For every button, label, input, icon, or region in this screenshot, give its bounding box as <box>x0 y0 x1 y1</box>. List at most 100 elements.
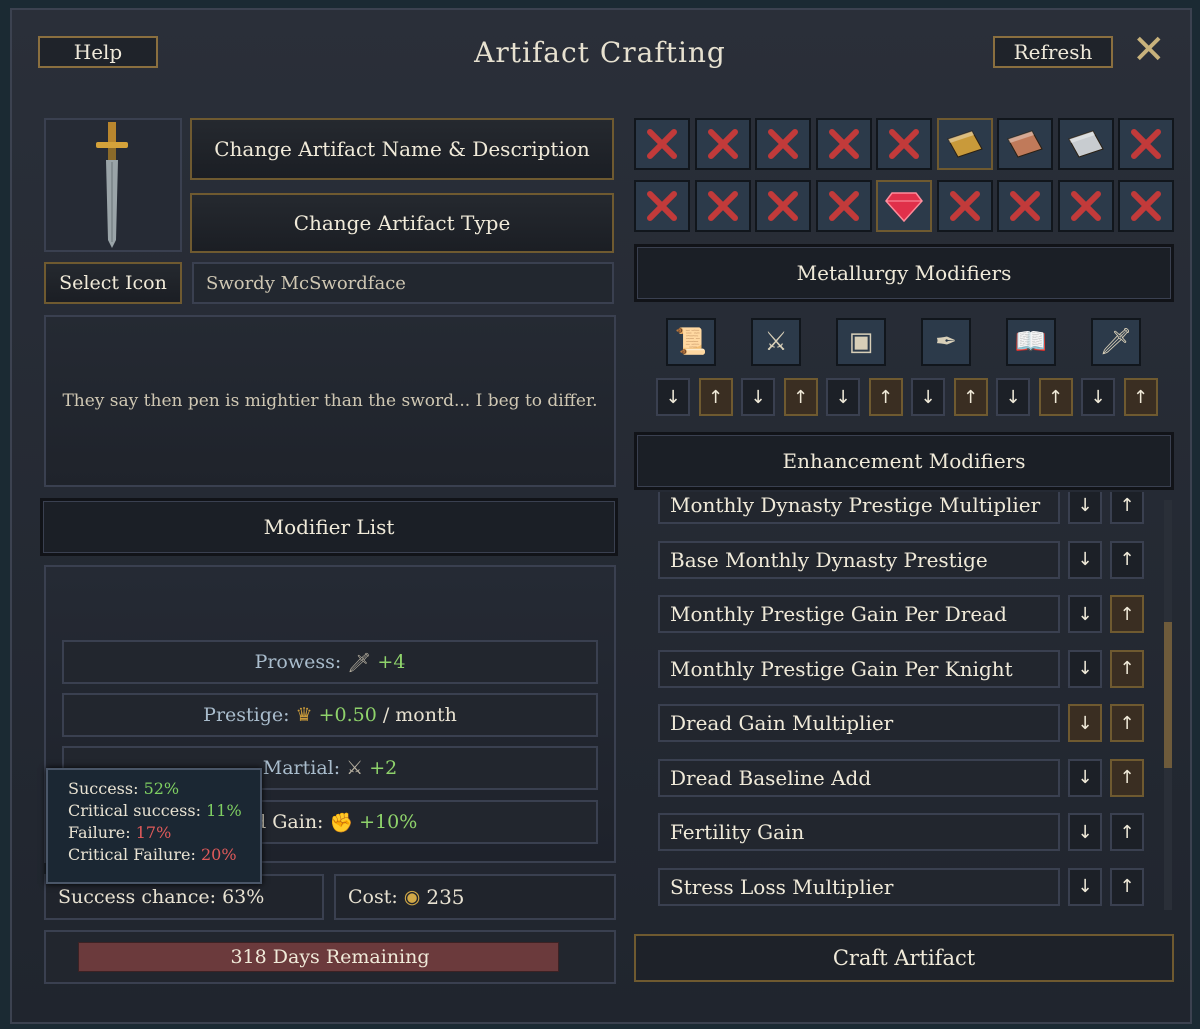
decrease-arrow-button[interactable]: ↓ <box>1068 492 1102 524</box>
chest-icon[interactable]: ▣ <box>836 318 886 366</box>
enhancement-header: Enhancement Modifiers <box>634 432 1174 490</box>
decrease-arrow-button[interactable]: ↓ <box>826 378 860 416</box>
enhancement-list[interactable]: Monthly Dynasty Prestige Multiplier ↓ ↑ Bas… <box>656 492 1156 912</box>
refresh-button[interactable]: Refresh <box>993 36 1113 68</box>
crossed-swords-icon[interactable]: ⚔ <box>751 318 801 366</box>
quill-icon[interactable]: ✒ <box>921 318 971 366</box>
decrease-arrow-button[interactable]: ↓ <box>1068 758 1102 797</box>
artifact-description[interactable]: They say then pen is mightier than the s… <box>44 315 616 487</box>
enhancement-scrollbar[interactable] <box>1164 500 1172 910</box>
unavailable-material-slot[interactable] <box>694 118 751 170</box>
modifier-row-prestige: Prestige: ♛ +0.50 / month <box>62 693 598 737</box>
crafting-progress: 318 Days Remaining <box>44 930 616 984</box>
x-mark-icon <box>647 191 677 221</box>
increase-arrow-button[interactable]: ↑ <box>1110 813 1144 851</box>
unavailable-material-slot[interactable] <box>634 118 690 170</box>
ruby-icon <box>885 192 923 223</box>
x-mark-icon <box>828 191 859 221</box>
increase-arrow-button[interactable]: ↑ <box>698 378 733 416</box>
modifier-label: Prestige: <box>203 704 290 726</box>
x-mark-icon <box>1131 191 1161 221</box>
increase-arrow-button[interactable]: ↑ <box>1038 378 1073 416</box>
crown-icon: ♛ <box>295 704 313 726</box>
x-mark-icon <box>1010 191 1040 221</box>
craft-artifact-button[interactable]: Craft Artifact <box>634 934 1174 982</box>
unavailable-material-slot[interactable] <box>936 180 993 232</box>
unavailable-material-slot[interactable] <box>1057 180 1114 232</box>
modifier-value: +0.50 <box>318 704 377 726</box>
decrease-arrow-button[interactable]: ↓ <box>1068 595 1102 633</box>
unavailable-material-slot[interactable] <box>997 180 1053 232</box>
modifier-value: +2 <box>369 757 398 779</box>
modifier-unit: / month <box>382 704 457 726</box>
tooltip-success: Success: 52% <box>68 779 180 798</box>
gold-ingot-icon <box>946 130 983 158</box>
increase-arrow-button[interactable]: ↑ <box>1110 867 1144 906</box>
increase-arrow-button[interactable]: ↑ <box>783 378 818 416</box>
enhancement-row: Monthly Prestige Gain Per Dread <box>658 595 1060 633</box>
prowess-icon: 🗡 <box>347 651 372 674</box>
unavailable-material-slot[interactable] <box>634 180 690 232</box>
increase-arrow-button[interactable]: ↑ <box>868 378 903 416</box>
book-icon[interactable]: 📖 <box>1006 318 1056 366</box>
artifact-name-field[interactable]: Swordy McSwordface <box>192 262 614 304</box>
modifier-value: +10% <box>359 811 418 833</box>
increase-arrow-button[interactable]: ↑ <box>953 378 988 416</box>
success-tooltip: Success: 52% Critical success: 11% Failu… <box>46 768 262 884</box>
x-mark-icon <box>768 129 798 159</box>
decrease-arrow-button[interactable]: ↓ <box>1081 378 1115 416</box>
unavailable-material-slot[interactable] <box>815 118 872 170</box>
unavailable-material-slot[interactable] <box>755 118 811 170</box>
unavailable-material-slot[interactable] <box>876 118 932 170</box>
modifier-row-prowess: Prowess: 🗡 +4 <box>62 640 598 684</box>
change-name-button[interactable]: Change Artifact Name & Description <box>190 118 614 180</box>
silver-ingot-material-slot[interactable] <box>1057 118 1114 170</box>
gold-coins-icon: ◉ <box>403 886 421 908</box>
enhancement-row: Fertility Gain <box>658 813 1060 851</box>
unavailable-material-slot[interactable] <box>694 180 751 232</box>
modifier-label: Prowess: <box>254 651 342 673</box>
copper-ingot-icon <box>1007 130 1043 158</box>
change-type-button[interactable]: Change Artifact Type <box>190 193 614 253</box>
enhancement-row: Stress Loss Multiplier <box>658 867 1060 906</box>
scrollbar-thumb[interactable] <box>1164 622 1172 768</box>
days-remaining: 318 Days Remaining <box>230 946 430 968</box>
silver-ingot-icon <box>1067 130 1104 158</box>
select-icon-button[interactable]: Select Icon <box>44 262 182 304</box>
decrease-arrow-button[interactable]: ↓ <box>1068 704 1102 742</box>
decrease-arrow-button[interactable]: ↓ <box>1068 649 1102 688</box>
decrease-arrow-button[interactable]: ↓ <box>996 378 1030 416</box>
metallurgy-header: Metallurgy Modifiers <box>634 244 1174 302</box>
decrease-arrow-button[interactable]: ↓ <box>911 378 945 416</box>
increase-arrow-button[interactable]: ↑ <box>1110 595 1144 633</box>
gauntlet-icon: ✊ <box>329 811 354 834</box>
scroll-icon[interactable]: 📜 <box>666 318 716 366</box>
modifier-list-header: Modifier List <box>40 498 618 556</box>
prowess-icon[interactable]: 🗡 <box>1091 318 1141 366</box>
increase-arrow-button[interactable]: ↑ <box>1110 492 1144 524</box>
gold-ingot-material-slot[interactable] <box>936 118 993 170</box>
increase-arrow-button[interactable]: ↑ <box>1110 758 1144 797</box>
decrease-arrow-button[interactable]: ↓ <box>1068 540 1102 579</box>
decrease-arrow-button[interactable]: ↓ <box>656 378 690 416</box>
copper-ingot-material-slot[interactable] <box>997 118 1053 170</box>
unavailable-material-slot[interactable] <box>1118 180 1174 232</box>
decrease-arrow-button[interactable]: ↓ <box>1068 867 1102 906</box>
unavailable-material-slot[interactable] <box>1118 118 1174 170</box>
unavailable-material-slot[interactable] <box>815 180 872 232</box>
decrease-arrow-button[interactable]: ↓ <box>741 378 775 416</box>
unavailable-material-slot[interactable] <box>755 180 811 232</box>
tooltip-critical-failure: Critical Failure: 20% <box>68 845 237 864</box>
decrease-arrow-button[interactable]: ↓ <box>1068 813 1102 851</box>
material-slots <box>632 116 1180 240</box>
increase-arrow-button[interactable]: ↑ <box>1110 540 1144 579</box>
increase-arrow-button[interactable]: ↑ <box>1110 649 1144 688</box>
tooltip-failure: Failure: 17% <box>68 823 172 842</box>
x-mark-icon <box>647 129 677 159</box>
increase-arrow-button[interactable]: ↑ <box>1123 378 1158 416</box>
close-icon[interactable]: ✕ <box>1132 30 1166 70</box>
x-mark-icon <box>768 191 798 221</box>
increase-arrow-button[interactable]: ↑ <box>1110 704 1144 742</box>
ruby-material-slot[interactable] <box>876 180 932 232</box>
metallurgy-icons: 📜 ⚔ ▣ ✒ 📖 🗡 <box>666 318 1146 370</box>
